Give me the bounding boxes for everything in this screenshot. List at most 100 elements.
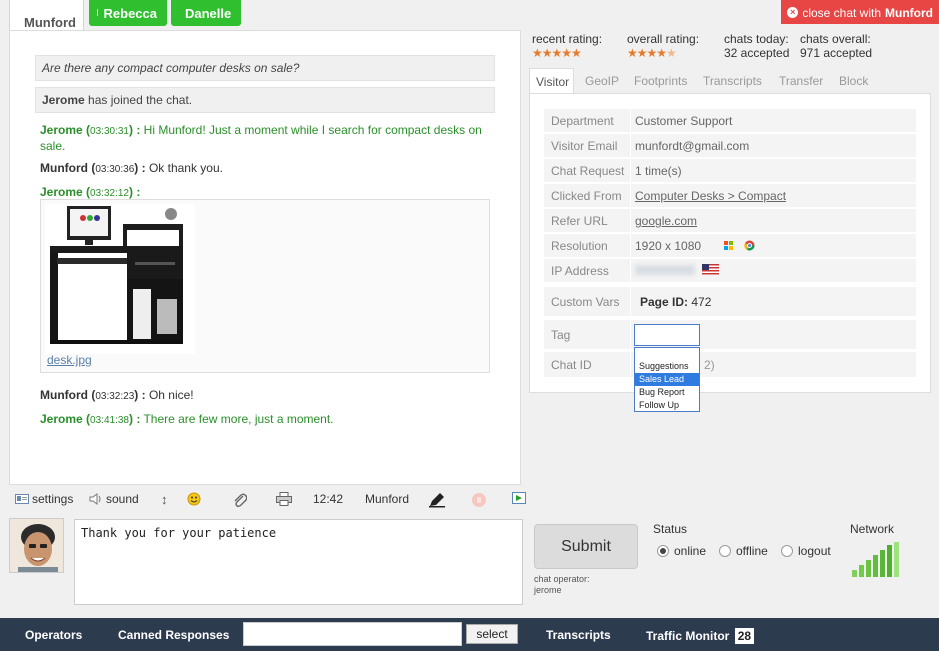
paperclip-icon [234,493,247,508]
chat-transcript: Are there any compact computer desks on … [9,30,521,485]
message-input[interactable] [74,519,523,605]
submit-button[interactable]: Submit [534,524,638,569]
window-popout-icon [512,492,526,504]
clicked-from-link[interactable]: Computer Desks > Compact [635,189,786,203]
chat-message: Munford (03:32:23) : Oh nice! [40,388,194,402]
tag-option-selected[interactable]: Sales Lead [635,373,699,386]
status-offline-option[interactable]: offline [719,544,768,558]
chat-message: Jerome (03:41:38) : There are few more, … [40,412,334,426]
operator-avatar [9,518,64,573]
windows-icon [724,241,733,250]
chat-operator-label: chat operator: [534,574,590,584]
chrome-icon [744,240,755,251]
chat-toolbar: settings sound ↕ 12:42 Munford [9,488,529,512]
message-author: Jerome [40,123,83,137]
chat-operator-name: jerome [534,585,562,595]
status-online-label: online [674,544,707,558]
operators-link[interactable]: Operators [25,628,82,642]
settings-button[interactable]: settings [15,492,73,506]
radio-online[interactable] [657,545,669,557]
desk-image[interactable] [45,204,195,354]
smiley-icon [187,492,201,506]
radio-offline[interactable] [719,545,731,557]
current-time: 12:42 [313,492,344,506]
tag-option[interactable]: Suggestions [635,360,699,373]
tag-option[interactable]: Bug Report [635,386,699,399]
network-signal-icon [852,542,899,577]
info-row-tag: Tag [544,320,916,350]
image-attachment: desk.jpg [40,199,490,373]
tag-select[interactable] [634,324,700,346]
select-button[interactable]: select [466,624,518,644]
attach-file-button[interactable] [233,492,247,508]
info-row-department: Department Customer Support [544,109,916,133]
attachment-link[interactable]: desk.jpg [47,353,92,367]
tab-visitor[interactable]: Visitor [529,68,574,94]
traffic-monitor-link[interactable]: Traffic Monitor 28 [646,628,755,644]
close-chat-name: Munford [885,6,933,20]
tab-transcripts[interactable]: Transcripts [697,68,768,94]
resize-button[interactable]: ↕ [161,492,168,507]
close-chat-button[interactable]: × close chat with Munford [781,0,939,24]
sound-label: sound [106,492,139,506]
canned-responses-input[interactable] [243,622,462,646]
tab-munford[interactable]: Munford [9,0,84,34]
visitor-tabs: Visitor GeoIP Footprints Transcripts Tra… [529,68,931,94]
tab-danelle[interactable]: Danelle [171,0,241,26]
canned-responses-link[interactable]: Canned Responses [118,628,229,642]
info-row-ip: IP Address [544,259,916,283]
chats-overall-label: chats overall: [800,32,871,46]
radio-logout[interactable] [781,545,793,557]
tag-dropdown: Suggestions Sales Lead Bug Report Follow… [634,347,700,412]
chats-today-label: chats today: [724,32,789,46]
info-row-resolution: Resolution 1920 x 1080 [544,234,916,258]
message-text: Oh nice! [148,388,194,402]
print-button[interactable] [276,492,292,506]
join-notice: Jerome has joined the chat. [35,87,495,113]
pen-icon [429,493,445,508]
status-logout-option[interactable]: logout [781,544,831,558]
ip-address-redacted [635,265,695,275]
close-chat-prefix: close chat with [802,6,882,20]
overall-rating-label: overall rating: [627,32,700,46]
status-online-option[interactable]: online [657,544,706,558]
message-time: 03:32:23 [95,391,135,402]
popout-button[interactable] [512,492,526,504]
tag-option[interactable]: Follow Up [635,399,699,412]
avatar-photo [10,519,63,572]
close-icon: × [787,7,799,18]
recent-rating: recent rating: ★★★★★ [532,32,602,60]
tab-geoip[interactable]: GeoIP [579,68,625,94]
message-author: Jerome [40,185,83,199]
info-row-custom-vars: Custom Vars Page ID: 472 [544,287,916,317]
tab-footprints[interactable]: Footprints [628,68,693,94]
joined-text: has joined the chat. [88,93,193,107]
speaker-icon [89,493,101,505]
tab-rebecca[interactable]: Rebecca [89,0,167,26]
stop-button[interactable] [471,492,487,508]
clock-time: 12:42 [313,492,343,506]
message-text: Ok thank you. [148,161,223,175]
chats-today: chats today: 32 accepted [724,32,789,60]
joined-name: Jerome [42,93,85,107]
sound-button[interactable]: sound [89,492,139,506]
bottom-navigation: Operators Canned Responses select Transc… [0,618,939,651]
message-author: Munford [40,388,88,402]
transcripts-link[interactable]: Transcripts [546,628,611,642]
emoticon-button[interactable] [187,492,201,506]
tab-label: Munford [24,15,76,30]
recent-rating-stars: ★★★★★ [532,46,582,60]
refer-url-link[interactable]: google.com [635,214,697,228]
chats-today-value: 32 accepted [724,46,790,60]
visitor-question: Are there any compact computer desks on … [35,55,495,81]
info-row-chat-id: Chat ID 2) [544,352,916,378]
tab-block[interactable]: Block [833,68,874,94]
info-row-chat-request: Chat Request 1 time(s) [544,159,916,183]
overall-rating-stars: ★★★★★ [627,46,677,60]
tab-label: Rebecca [103,6,157,21]
tab-transfer[interactable]: Transfer [773,68,829,94]
message-time: 03:41:38 [90,415,129,426]
chats-overall-value: 971 accepted [800,46,873,60]
chats-overall: chats overall: 971 accepted [800,32,872,60]
chat-dot-icon [97,9,98,16]
